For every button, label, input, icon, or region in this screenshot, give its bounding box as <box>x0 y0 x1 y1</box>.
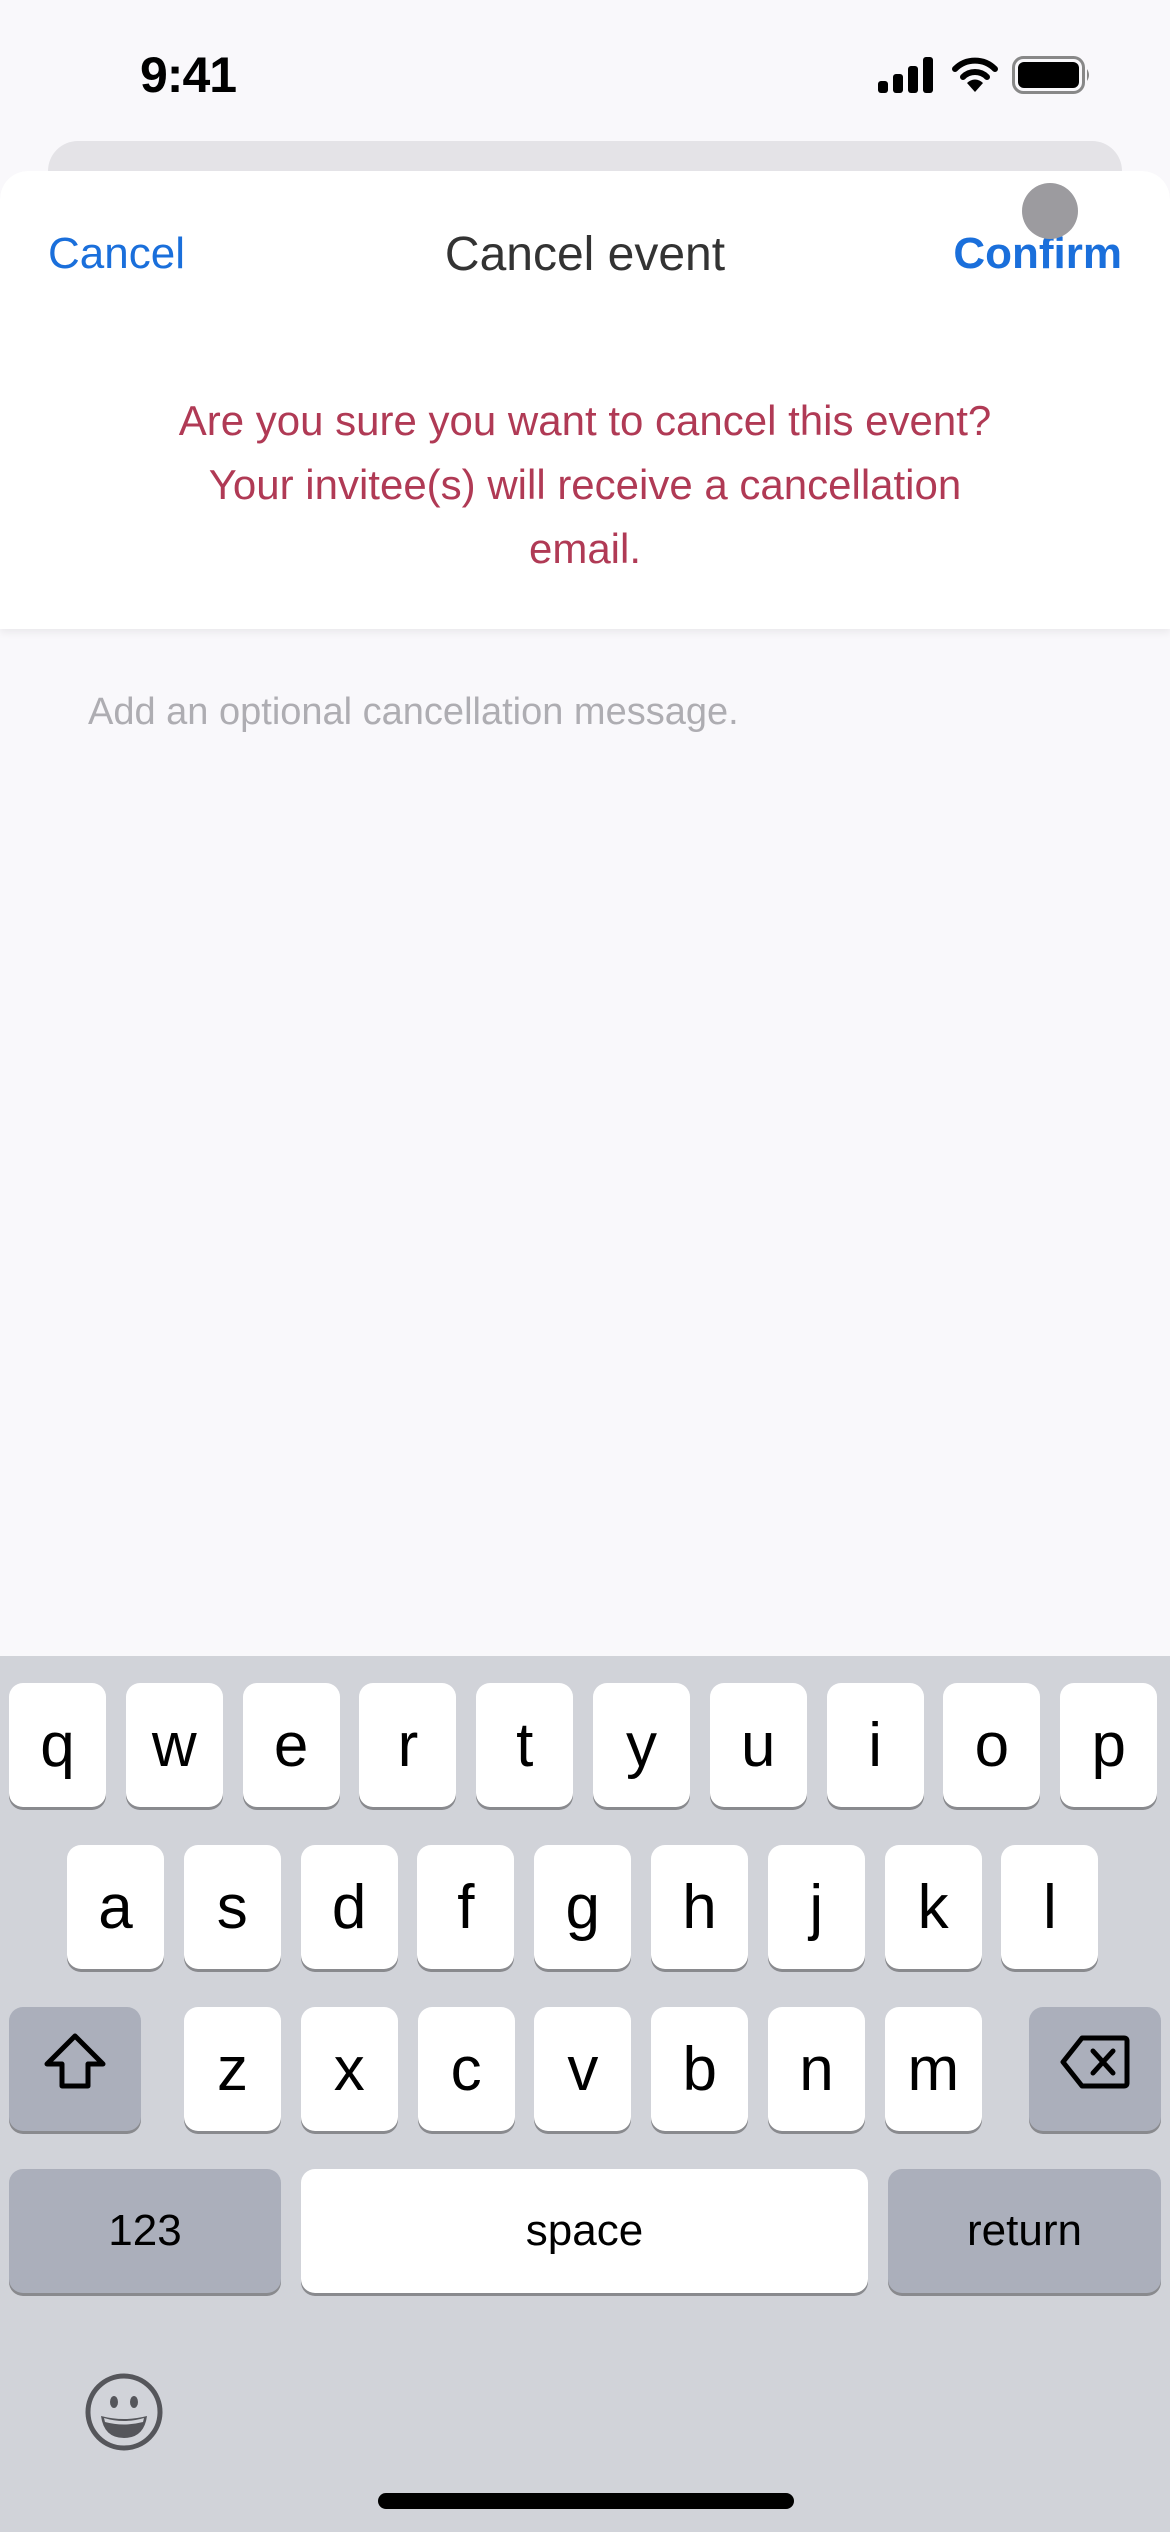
delete-backspace-icon <box>1060 2034 1130 2105</box>
status-icons <box>878 56 1092 94</box>
key-q[interactable]: q <box>9 1683 106 1807</box>
status-time: 9:41 <box>140 47 237 103</box>
wifi-icon <box>952 57 998 93</box>
key-b[interactable]: b <box>651 2007 749 2131</box>
key-z[interactable]: z <box>184 2007 281 2131</box>
key-a[interactable]: a <box>67 1845 164 1969</box>
cellular-signal-icon <box>878 57 938 93</box>
status-bar: 9:41 <box>0 0 1170 140</box>
key-h[interactable]: h <box>651 1845 748 1969</box>
delete-key[interactable] <box>1029 2007 1161 2131</box>
sheet-header: Cancel Cancel event Confirm Are you sure… <box>0 171 1170 629</box>
key-u[interactable]: u <box>709 1683 807 1807</box>
home-indicator <box>378 2493 794 2509</box>
emoji-button[interactable] <box>84 2372 164 2452</box>
key-r[interactable]: r <box>359 1683 457 1807</box>
space-key[interactable]: space <box>301 2169 868 2293</box>
cancellation-message-input[interactable] <box>0 671 1170 1821</box>
shift-arrow-icon <box>43 2032 107 2107</box>
key-o[interactable]: o <box>943 1683 1041 1807</box>
key-f[interactable]: f <box>417 1845 515 1969</box>
key-m[interactable]: m <box>884 2007 982 2131</box>
touch-indicator <box>1022 183 1078 239</box>
key-c[interactable]: c <box>417 2007 515 2131</box>
shift-key[interactable] <box>9 2007 141 2131</box>
key-i[interactable]: i <box>826 1683 924 1807</box>
key-w[interactable]: w <box>125 1683 223 1807</box>
key-t[interactable]: t <box>476 1683 574 1807</box>
key-g[interactable]: g <box>534 1845 632 1969</box>
key-v[interactable]: v <box>534 2007 632 2131</box>
key-s[interactable]: s <box>183 1845 281 1969</box>
numbers-key[interactable]: 123 <box>9 2169 281 2293</box>
cancellation-warning: Are you sure you want to cancel this eve… <box>178 397 992 572</box>
key-n[interactable]: n <box>768 2007 865 2131</box>
key-k[interactable]: k <box>884 1845 982 1969</box>
emoji-smiley-icon <box>84 2373 164 2456</box>
key-y[interactable]: y <box>593 1683 690 1807</box>
key-p[interactable]: p <box>1060 1683 1158 1807</box>
key-x[interactable]: x <box>300 2007 398 2131</box>
key-d[interactable]: d <box>300 1845 398 1969</box>
cancel-button[interactable]: Cancel <box>48 229 185 279</box>
key-j[interactable]: j <box>767 1845 865 1969</box>
key-e[interactable]: e <box>242 1683 340 1807</box>
key-l[interactable]: l <box>1001 1845 1099 1969</box>
battery-icon <box>1012 56 1092 94</box>
return-key[interactable]: return <box>888 2169 1161 2293</box>
